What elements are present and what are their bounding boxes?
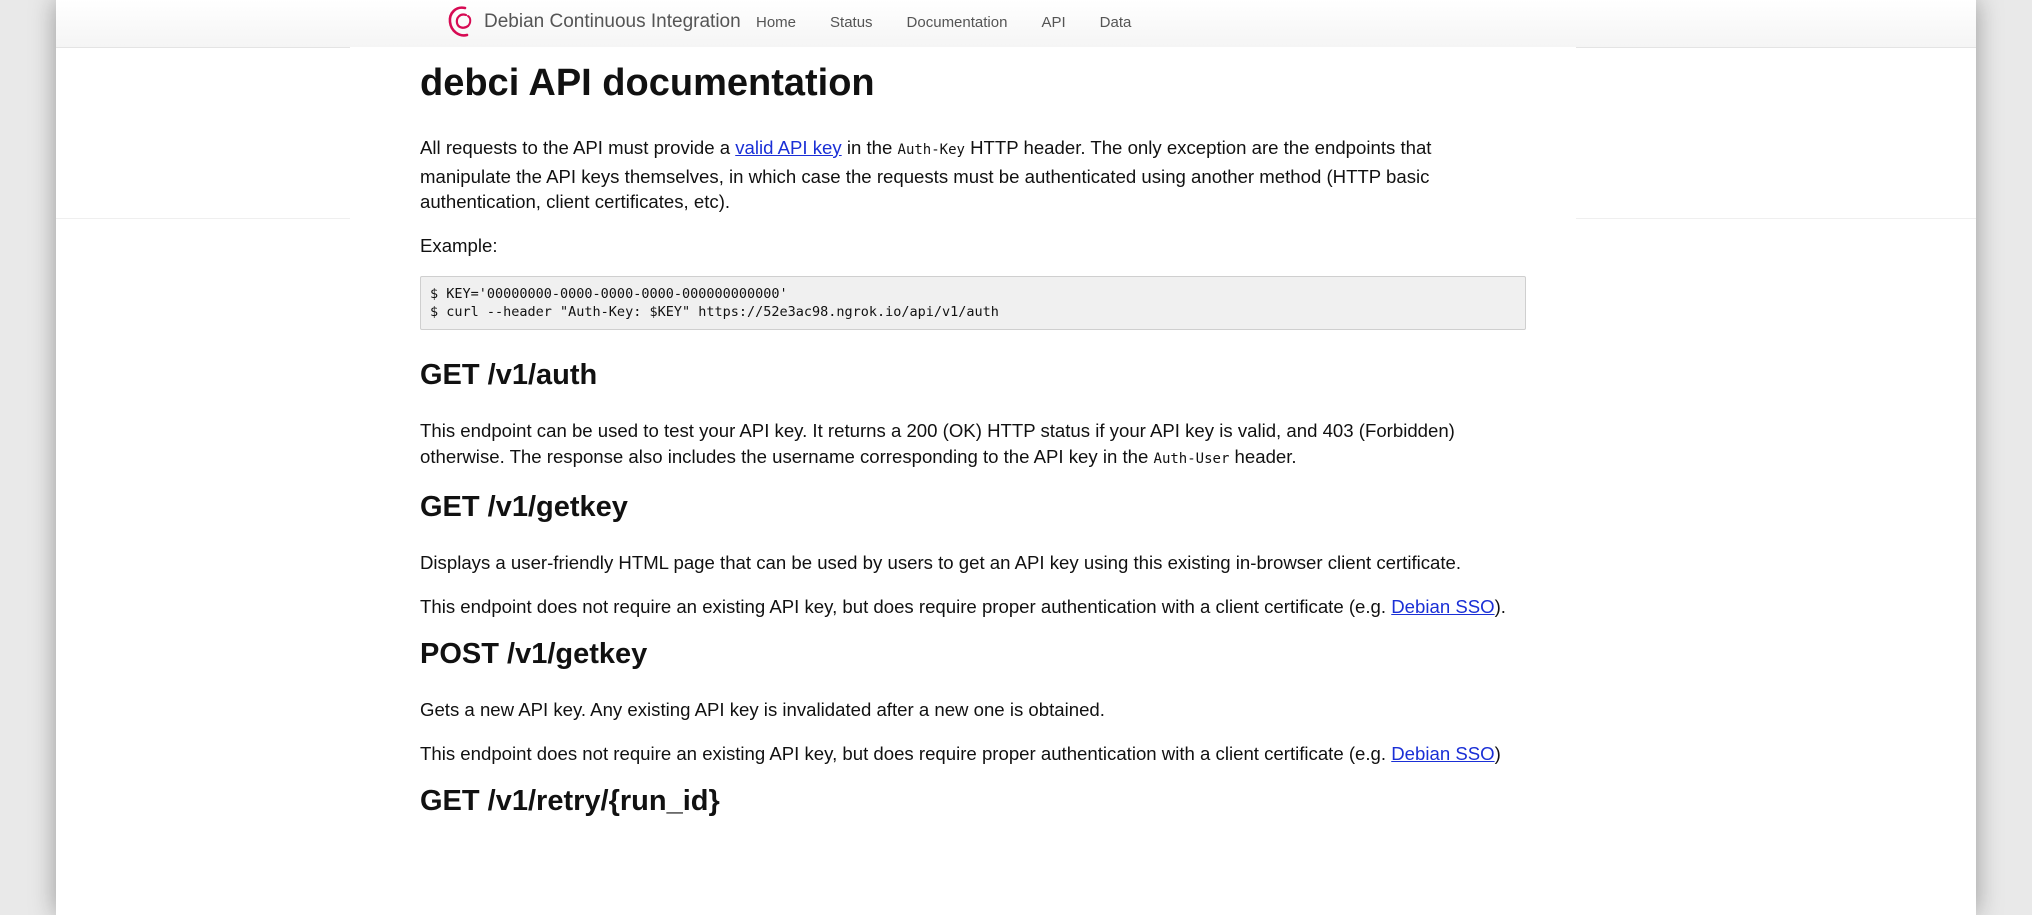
nav-home-link[interactable]: Home xyxy=(756,14,796,31)
code-line-curl: $ curl --header "Auth-Key: $KEY" https:/… xyxy=(430,304,999,320)
get-getkey-debian-sso-link[interactable]: Debian SSO xyxy=(1391,596,1494,617)
auth-user-code: Auth-User xyxy=(1153,450,1230,467)
heading-get-auth: GET /v1/auth xyxy=(420,359,598,391)
intro-text-start: All requests to the API must provide a xyxy=(420,137,736,158)
auth-text-end: header. xyxy=(1229,445,1297,467)
nav-data-link[interactable]: Data xyxy=(1100,14,1132,31)
get-getkey-text-start: This endpoint does not require an existi… xyxy=(420,595,1392,617)
page-title: debci API documentation xyxy=(420,62,875,104)
heading-post-getkey: POST /v1/getkey xyxy=(420,638,648,670)
post-getkey-paragraph-1: Gets a new API key. Any existing API key… xyxy=(420,699,1105,720)
nav-api-link[interactable]: API xyxy=(1041,14,1065,31)
brand-name: Debian Continuous Integration xyxy=(484,11,741,32)
brand-link[interactable]: Debian Continuous Integration xyxy=(444,0,741,44)
post-getkey-text-start: This endpoint does not require an existi… xyxy=(420,742,1392,764)
auth-paragraph: This endpoint can be used to test your A… xyxy=(420,418,1526,472)
intro-paragraph: All requests to the API must provide a v… xyxy=(420,135,1526,215)
get-getkey-text-end: ). xyxy=(1494,595,1506,617)
nav-documentation-link[interactable]: Documentation xyxy=(907,14,1008,31)
heading-get-retry: GET /v1/retry/{run_id} xyxy=(420,785,720,817)
example-code-block: $ KEY='00000000-0000-0000-0000-000000000… xyxy=(420,276,1526,330)
browser-window: Debian Continuous Integration Home Statu… xyxy=(56,0,1976,915)
auth-key-code: Auth-Key xyxy=(897,142,965,158)
post-getkey-text-end: ) xyxy=(1494,742,1501,764)
debian-swirl-icon xyxy=(448,6,472,37)
nav-status-link[interactable]: Status xyxy=(830,14,873,31)
code-line-key: $ KEY='00000000-0000-0000-0000-000000000… xyxy=(430,286,788,302)
main-content: debci API documentation All requests to … xyxy=(350,47,1576,915)
example-label: Example: xyxy=(420,234,498,256)
get-getkey-paragraph-2: This endpoint does not require an existi… xyxy=(420,594,1526,620)
intro-text-middle: in the xyxy=(841,137,898,158)
get-getkey-paragraph-1: Displays a user-friendly HTML page that … xyxy=(420,552,1462,573)
auth-text-start: This endpoint can be used to test your A… xyxy=(420,420,1455,467)
valid-api-key-link[interactable]: valid API key xyxy=(735,137,841,158)
post-getkey-debian-sso-link[interactable]: Debian SSO xyxy=(1391,743,1494,764)
top-navbar: Debian Continuous Integration Home Statu… xyxy=(56,0,1976,48)
post-getkey-paragraph-2: This endpoint does not require an existi… xyxy=(420,741,1526,767)
heading-get-getkey: GET /v1/getkey xyxy=(420,491,628,523)
nav-links: Home Status Documentation API Data xyxy=(756,0,1165,44)
